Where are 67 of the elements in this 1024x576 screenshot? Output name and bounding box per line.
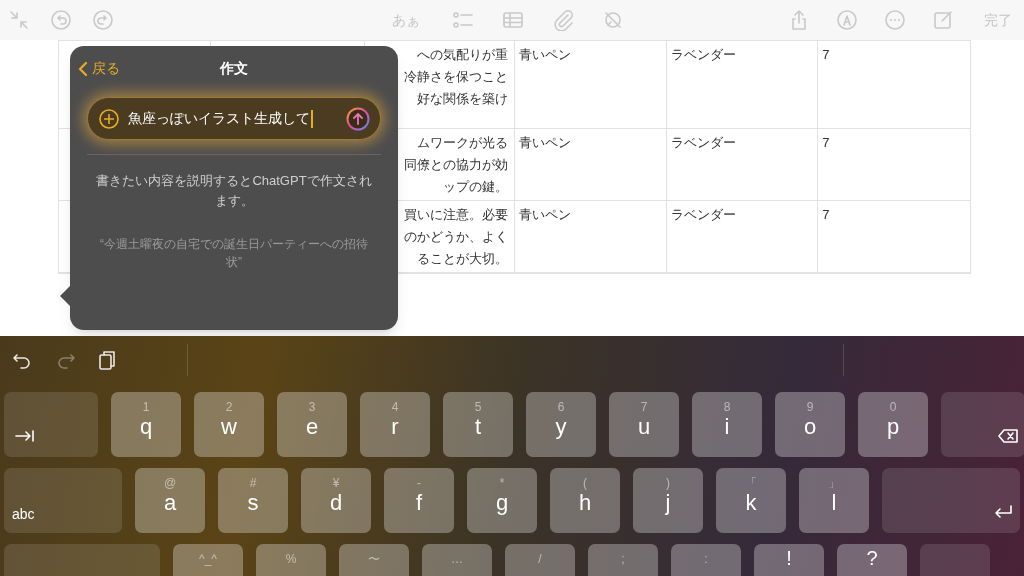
table-cell-text: 同僚との協力が効 — [404, 156, 508, 174]
back-button[interactable]: 戻る — [78, 58, 120, 79]
key[interactable]: 4 r — [360, 392, 430, 457]
key[interactable]: ) j — [633, 468, 703, 533]
key[interactable]: 9 o — [775, 392, 845, 457]
prompt-field[interactable]: 魚座っぽいイラスト生成して — [87, 97, 381, 140]
table-cell-text: 好な関係を築け — [417, 90, 508, 108]
key[interactable]: 」 l — [799, 468, 869, 533]
table-cell: 7 — [822, 47, 830, 62]
key[interactable]: ( h — [550, 468, 620, 533]
chevron-left-icon — [78, 60, 88, 77]
clipboard-icon[interactable] — [96, 349, 118, 371]
table-cell: 青いペン — [519, 47, 571, 62]
more-icon[interactable] — [884, 9, 906, 31]
table-cell-text: ムワークが光る — [417, 134, 508, 152]
key[interactable]: 7 u — [609, 392, 679, 457]
redo-icon[interactable] — [92, 9, 114, 31]
key[interactable]: 2 w — [194, 392, 264, 457]
table-cell-text: ることが大切。 — [417, 250, 508, 268]
popover-title: 作文 — [220, 58, 248, 78]
table-cell-text: ップの鍵。 — [443, 178, 508, 196]
add-icon[interactable] — [98, 107, 120, 130]
return-key[interactable] — [882, 468, 1020, 533]
table-icon[interactable] — [502, 9, 524, 31]
table-cell-text: 買いに注意。必要 — [404, 206, 508, 224]
key[interactable]: @ a — [135, 468, 205, 533]
key[interactable]: … — [422, 544, 492, 576]
table-cell: 青いペン — [519, 135, 571, 150]
key[interactable]: - f — [384, 468, 454, 533]
delete-key[interactable] — [941, 392, 1024, 457]
mode-key[interactable]: abc — [4, 468, 122, 533]
table-cell: ラベンダー — [670, 207, 736, 222]
paperclip-icon[interactable] — [552, 9, 574, 31]
table-cell: 青いペン — [519, 207, 571, 222]
key[interactable]: : — [671, 544, 741, 576]
checklist-icon[interactable] — [452, 9, 474, 31]
key[interactable]: % — [256, 544, 326, 576]
tab-key[interactable] — [4, 392, 98, 457]
table-cell-text: のかどうか、よく — [404, 228, 508, 246]
key[interactable]: 0 p — [858, 392, 928, 457]
table-cell-text: 冷静さを保つこと — [404, 68, 508, 86]
markup-icon[interactable] — [836, 9, 858, 31]
table-cell: ラベンダー — [670, 135, 736, 150]
key[interactable]: 8 i — [692, 392, 762, 457]
shrink-icon[interactable] — [8, 9, 30, 31]
key[interactable]: ! — [754, 544, 824, 576]
key[interactable]: ^_^ — [173, 544, 243, 576]
key[interactable]: 「 k — [716, 468, 786, 533]
key[interactable]: / — [505, 544, 575, 576]
table-cell-text: への気配りが重 — [417, 46, 508, 64]
description-text: 書きたい内容を説明するとChatGPTで作文されます。 — [95, 172, 373, 210]
key[interactable]: 6 y — [526, 392, 596, 457]
key[interactable]: * g — [467, 468, 537, 533]
table-cell: ラベンダー — [670, 47, 736, 62]
key[interactable]: ? — [837, 544, 907, 576]
key[interactable]: 5 t — [443, 392, 513, 457]
table-cell: 7 — [822, 135, 830, 150]
key[interactable]: 3 e — [277, 392, 347, 457]
example-text: “今週土曜夜の自宅での誕生日パーティーへの招待状” — [99, 236, 369, 271]
send-icon[interactable] — [346, 106, 370, 131]
key[interactable]: # s — [218, 468, 288, 533]
key[interactable]: ¥ d — [301, 468, 371, 533]
key[interactable]: 1 q — [111, 392, 181, 457]
table-cell: 7 — [822, 207, 830, 222]
compose-icon[interactable] — [932, 9, 954, 31]
key[interactable]: 〜 — [339, 544, 409, 576]
key[interactable]: ; — [588, 544, 658, 576]
